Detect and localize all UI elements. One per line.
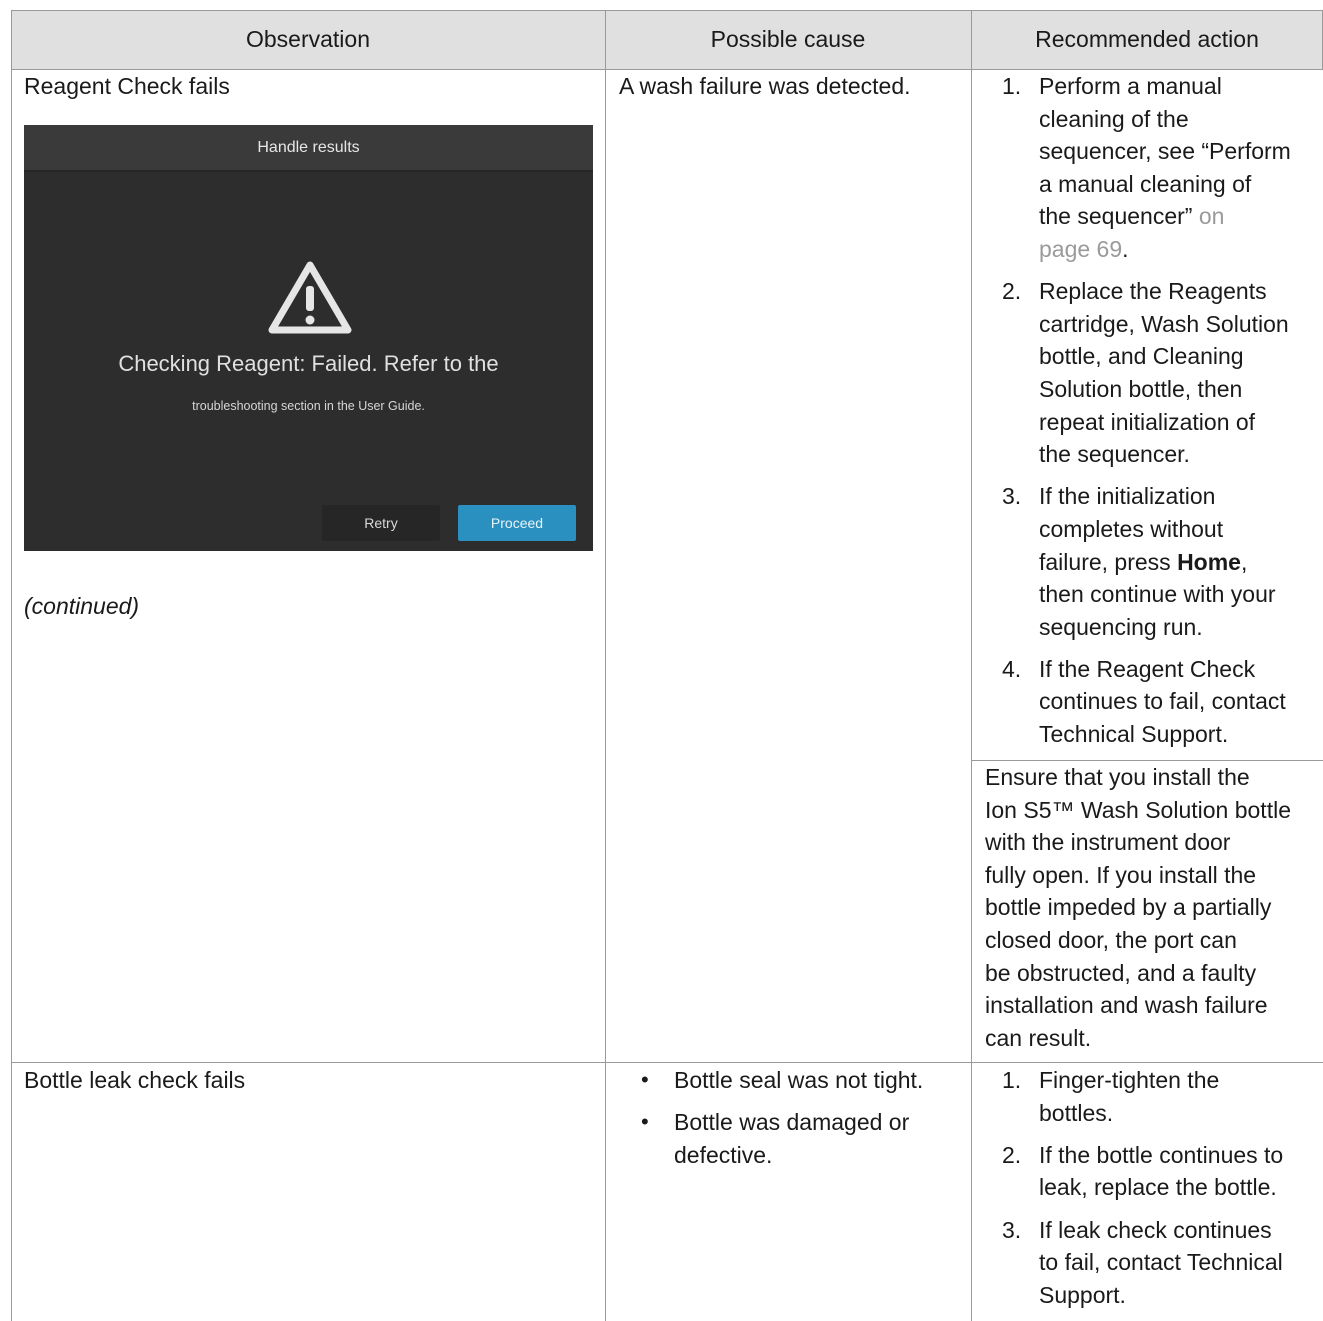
step-line: cleaning of the bbox=[1039, 105, 1189, 132]
page-link-on[interactable]: on bbox=[1192, 203, 1225, 229]
action-step-1: 1. Perform a manual cleaning of the sequ… bbox=[979, 70, 1323, 266]
step-line: the sequencer” bbox=[1039, 203, 1193, 230]
note-line: fully open. If you install the bbox=[985, 861, 1257, 888]
action-step-2: 2. Replace the Reagents cartridge, Wash … bbox=[979, 275, 1323, 471]
note-line: Ion S5™ Wash Solution bottle bbox=[985, 796, 1291, 823]
step-number: 3. bbox=[1002, 1216, 1022, 1243]
step-line: Finger-tighten the bbox=[1039, 1067, 1220, 1093]
home-label: Home bbox=[1177, 548, 1241, 575]
step-line: Support. bbox=[1039, 1281, 1126, 1308]
wash-bottle-install-note: Ensure that you install the Ion S5™ Wash… bbox=[985, 761, 1323, 1054]
observation-reagent-check: Reagent Check fails bbox=[24, 73, 230, 99]
bottle-leak-action-steps: 1. Finger-tighten the bottles. 2. If the… bbox=[979, 1064, 1323, 1321]
dialog-message: Checking Reagent: Failed. Refer to the bbox=[118, 351, 499, 376]
warning-triangle-icon bbox=[268, 261, 352, 334]
note-line: bottle impeded by a partially bbox=[985, 894, 1272, 921]
step-line: If the Reagent Check bbox=[1039, 655, 1256, 682]
note-line: be obstructed, and a faulty bbox=[985, 959, 1257, 986]
observation-bottle-leak: Bottle leak check fails bbox=[24, 1067, 246, 1093]
action-step-2: 2. If the bottle continues to leak, repl… bbox=[979, 1139, 1323, 1204]
row-divider bbox=[11, 1062, 1323, 1063]
continued-note: (continued) bbox=[24, 593, 140, 619]
step-line: completes without bbox=[1039, 515, 1224, 542]
retry-button[interactable]: Retry bbox=[322, 505, 440, 541]
bullet-icon: • bbox=[641, 1109, 649, 1135]
step-number: 3. bbox=[1002, 483, 1022, 510]
step-line: cartridge, Wash Solution bbox=[1039, 310, 1289, 337]
cause-line: Bottle was damaged or bbox=[674, 1109, 910, 1136]
column-divider-2 bbox=[971, 10, 972, 1321]
step-line: If leak check continues bbox=[1039, 1216, 1272, 1243]
step-number: 2. bbox=[1002, 278, 1022, 305]
cause-wash-failure: A wash failure was detected. bbox=[619, 73, 911, 99]
cause-item: • Bottle was damaged or defective. bbox=[619, 1106, 971, 1171]
step-line: If the initialization bbox=[1039, 483, 1216, 510]
note-line: can result. bbox=[985, 1024, 1092, 1051]
step-number: 1. bbox=[1002, 1067, 1022, 1093]
step-line: Technical Support. bbox=[1039, 721, 1229, 748]
step-line: leak, replace the bottle. bbox=[1039, 1174, 1277, 1201]
header-recommended-action: Recommended action bbox=[1035, 26, 1259, 52]
column-divider-1 bbox=[605, 10, 606, 1321]
table-header: Observation Possible cause Recommended a… bbox=[11, 10, 1323, 69]
dialog-submessage: troubleshooting section in the User Guid… bbox=[192, 399, 425, 413]
note-line: closed door, the port can bbox=[985, 926, 1237, 953]
step-line: Replace the Reagents bbox=[1039, 278, 1267, 305]
step-line: failure, press bbox=[1039, 548, 1178, 575]
step-line: Solution bottle, then bbox=[1039, 375, 1243, 402]
troubleshooting-table: Observation Possible cause Recommended a… bbox=[11, 10, 1323, 1321]
dialog-title: Handle results bbox=[24, 125, 593, 172]
step-line: bottle, and Cleaning bbox=[1039, 343, 1244, 370]
action-step-1: 1. Finger-tighten the bottles. bbox=[979, 1064, 1323, 1129]
action-step-4: 4. If the Reagent Check continues to fai… bbox=[979, 653, 1323, 751]
step-line: repeat initialization of bbox=[1039, 408, 1256, 435]
step-line: Perform a manual bbox=[1039, 73, 1222, 99]
cause-line: Bottle seal was not tight. bbox=[674, 1067, 924, 1093]
bottle-leak-causes: • Bottle seal was not tight. • Bottle wa… bbox=[619, 1064, 971, 1181]
note-line: with the instrument door bbox=[985, 829, 1231, 856]
step-number: 4. bbox=[1002, 655, 1022, 682]
step-end: . bbox=[1122, 235, 1129, 262]
step-line: If the bottle continues to bbox=[1039, 1141, 1284, 1168]
step-number: 2. bbox=[1002, 1141, 1022, 1168]
step-number: 1. bbox=[1002, 73, 1022, 99]
step-line: the sequencer. bbox=[1039, 441, 1190, 468]
header-possible-cause: Possible cause bbox=[710, 26, 866, 52]
step-line: to fail, contact Technical bbox=[1039, 1249, 1283, 1276]
table-border-left bbox=[11, 10, 12, 1321]
action-step-3: 3. If leak check continues to fail, cont… bbox=[979, 1214, 1323, 1312]
note-line: Ensure that you install the bbox=[985, 764, 1250, 790]
page-link[interactable]: page 69 bbox=[1039, 236, 1122, 262]
step-line: bottles. bbox=[1039, 1099, 1114, 1126]
step-line: then continue with your bbox=[1039, 581, 1276, 608]
action-step-3: 3. If the initialization completes witho… bbox=[979, 480, 1323, 643]
step-line: a manual cleaning of bbox=[1039, 170, 1252, 197]
step-line: sequencing run. bbox=[1039, 613, 1203, 640]
proceed-button[interactable]: Proceed bbox=[458, 505, 576, 541]
table-border-top bbox=[11, 10, 1323, 11]
cause-line: defective. bbox=[674, 1141, 773, 1168]
reagent-action-steps: 1. Perform a manual cleaning of the sequ… bbox=[979, 70, 1323, 760]
step-line: , bbox=[1240, 548, 1248, 575]
note-line: installation and wash failure bbox=[985, 992, 1268, 1019]
bullet-icon: • bbox=[641, 1067, 649, 1092]
instrument-screenshot: Handle results Checking Reagent: Failed.… bbox=[24, 125, 593, 551]
step-line: sequencer, see “Perform bbox=[1039, 138, 1291, 165]
step-line: continues to fail, contact bbox=[1039, 688, 1286, 715]
cause-item: • Bottle seal was not tight. bbox=[619, 1064, 971, 1097]
header-observation: Observation bbox=[245, 26, 370, 52]
